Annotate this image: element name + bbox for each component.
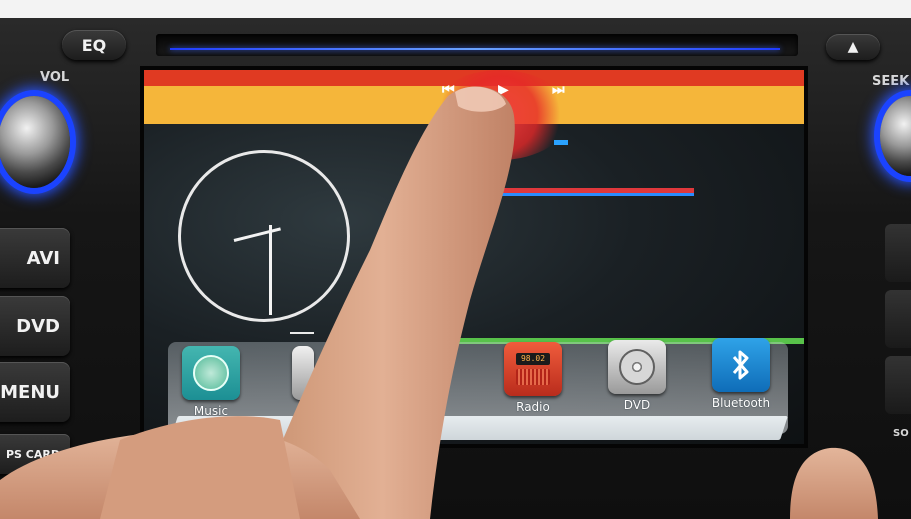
hand <box>0 86 878 519</box>
photo-scene: EQ ▲ VOL SEEK AVI DVD MENU PS CARD SO ⏮ … <box>0 0 911 519</box>
